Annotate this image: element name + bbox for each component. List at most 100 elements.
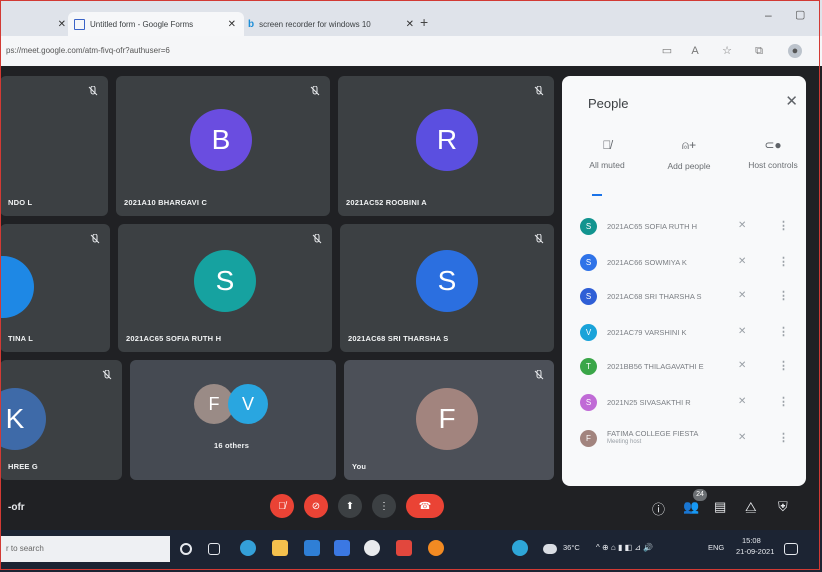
participant-row[interactable]: S 2021N25 SIVASAKTHI R ✕ ⋮: [580, 390, 800, 414]
participant-row[interactable]: S 2021AC66 SOWMIYA K ✕ ⋮: [580, 250, 800, 274]
more-options-icon[interactable]: ⋮: [778, 325, 789, 338]
participant-tile[interactable]: S 2021AC65 SOFIA RUTH H: [118, 224, 332, 352]
self-tile[interactable]: F You: [344, 360, 554, 480]
more-options-icon[interactable]: ⋮: [778, 255, 789, 268]
more-options-icon[interactable]: ⋮: [778, 219, 789, 232]
close-tab-icon[interactable]: ✕: [406, 19, 414, 30]
participant-count-badge: 24: [693, 489, 707, 501]
participant-name: 2021AC66 SOWMIYA K: [607, 257, 687, 267]
address-bar: ps://meet.google.com/atm-fivq-ofr?authus…: [0, 36, 822, 67]
participant-row[interactable]: S 2021AC65 SOFIA RUTH H ✕ ⋮: [580, 214, 800, 238]
participant-avatar: R: [416, 109, 478, 171]
participant-avatar: F: [580, 429, 597, 447]
profile-avatar-icon[interactable]: ●: [788, 44, 802, 58]
mic-off-icon: [534, 370, 544, 380]
mic-off-icon: [102, 370, 112, 380]
more-options-icon[interactable]: ⋮: [778, 359, 789, 372]
participant-tile[interactable]: NDO L: [0, 76, 108, 216]
participant-avatar: S: [580, 287, 597, 305]
clock-time[interactable]: 15:08: [742, 536, 761, 545]
system-tray-icons[interactable]: ^ ⊕ ⌂ ▮ ◧ ⊿ 🔊: [596, 543, 653, 552]
clock-date[interactable]: 21-09-2021: [736, 547, 774, 556]
help-icon[interactable]: [512, 540, 528, 556]
activities-icon[interactable]: ⧋: [745, 499, 757, 515]
office-icon[interactable]: [396, 540, 412, 556]
url-field[interactable]: ps://meet.google.com/atm-fivq-ofr?authus…: [6, 46, 170, 55]
taskbar-search-box[interactable]: r to search: [0, 536, 170, 562]
browser-tab-bing[interactable]: b screen recorder for windows 10 ✕: [244, 12, 418, 36]
participant-row[interactable]: V 2021AC79 VARSHINI K ✕ ⋮: [580, 320, 800, 344]
chat-icon[interactable]: ▤: [714, 499, 726, 515]
browser-tab-meet[interactable]: ✕: [4, 12, 66, 36]
reader-view-icon[interactable]: ▭: [660, 44, 674, 58]
host-controls-icon[interactable]: ⛨: [778, 499, 788, 515]
host-controls-button[interactable]: ⊂● Host controls: [738, 138, 808, 170]
more-options-icon[interactable]: ⋮: [778, 289, 789, 302]
chrome-icon[interactable]: [364, 540, 380, 556]
participant-row[interactable]: S 2021AC68 SRI THARSHA S ✕ ⋮: [580, 284, 800, 308]
participant-avatar: S: [416, 250, 478, 312]
participant-avatar: S: [580, 253, 597, 271]
store-icon[interactable]: [304, 540, 320, 556]
leave-call-button[interactable]: ☎: [406, 494, 444, 518]
participant-avatar: K: [0, 388, 46, 450]
participant-tile[interactable]: S 2021AC68 SRI THARSHA S: [340, 224, 554, 352]
browser-tab-bar: ✕ Untitled form - Google Forms ✕ b scree…: [0, 0, 822, 36]
people-icon[interactable]: 👥: [683, 499, 699, 515]
firefox-icon[interactable]: [428, 540, 444, 556]
mic-toggle-button[interactable]: 🎙̸: [270, 494, 294, 518]
participant-name: HREE G: [8, 462, 38, 471]
favorite-star-icon[interactable]: ☆: [720, 44, 734, 58]
close-tab-icon[interactable]: ✕: [58, 19, 66, 30]
task-view-icon[interactable]: [208, 543, 220, 555]
mic-off-icon: [90, 234, 100, 244]
notifications-icon[interactable]: [784, 543, 798, 555]
close-icon[interactable]: ✕: [785, 92, 798, 110]
present-screen-button[interactable]: ⬆: [338, 494, 362, 518]
participant-tile[interactable]: R 2021AC52 ROOBINI A: [338, 76, 554, 216]
participant-row[interactable]: F FATIMA COLLEGE FIESTA Meeting host ✕ ⋮: [580, 426, 800, 450]
file-explorer-icon[interactable]: [272, 540, 288, 556]
add-person-icon: ⍝+: [681, 138, 697, 152]
google-forms-icon: [74, 18, 85, 30]
restore-icon[interactable]: ▢: [795, 8, 805, 21]
participant-avatar: S: [194, 250, 256, 312]
meeting-info-icon[interactable]: ⓘ: [652, 499, 665, 518]
browser-tab-forms[interactable]: Untitled form - Google Forms ✕: [68, 12, 244, 36]
participant-name: 2021AC52 ROOBINI A: [346, 198, 427, 207]
all-muted-button[interactable]: 🎙̸ All muted: [572, 138, 642, 170]
add-people-button[interactable]: ⍝+ Add people: [654, 138, 724, 171]
read-aloud-icon[interactable]: A: [688, 44, 702, 58]
meet-stage: NDO L B 2021A10 BHARGAVI C R 2021AC52 RO…: [0, 66, 822, 572]
participant-tile[interactable]: B 2021A10 BHARGAVI C: [116, 76, 330, 216]
participant-name: 2021AC68 SRI THARSHA S: [348, 334, 449, 343]
new-tab-plus-icon[interactable]: +: [420, 14, 428, 30]
participant-tile[interactable]: K HREE G: [0, 360, 122, 480]
participant-name: 2021N25 SIVASAKTHI R: [607, 397, 691, 407]
participant-avatar: [0, 256, 34, 318]
dropbox-icon[interactable]: [334, 540, 350, 556]
participant-tile[interactable]: TINA L: [0, 224, 110, 352]
edge-browser-icon[interactable]: [240, 540, 256, 556]
participant-row[interactable]: T 2021BB56 THILAGAVATHI E ✕ ⋮: [580, 354, 800, 378]
collections-icon[interactable]: ⧉: [752, 44, 766, 58]
cortana-icon[interactable]: [180, 543, 192, 555]
participant-name: 2021AC65 SOFIA RUTH H: [607, 221, 698, 231]
meeting-host-label: Meeting host: [607, 439, 642, 445]
bing-icon: b: [248, 18, 255, 30]
participant-avatar: V: [228, 384, 268, 424]
minimize-icon[interactable]: –: [765, 8, 772, 22]
active-tab-indicator: [592, 194, 602, 196]
others-tile[interactable]: F V 16 others: [130, 360, 336, 480]
participant-name: 2021AC68 SRI THARSHA S: [607, 291, 702, 301]
more-options-button[interactable]: ⋮: [372, 494, 396, 518]
participant-avatar: V: [580, 323, 597, 341]
close-tab-icon[interactable]: ✕: [228, 19, 236, 30]
more-options-icon[interactable]: ⋮: [778, 395, 789, 408]
mic-off-icon: ✕: [738, 360, 747, 371]
language-indicator[interactable]: ENG: [708, 543, 724, 552]
camera-toggle-button[interactable]: ⊘: [304, 494, 328, 518]
participant-avatar: B: [190, 109, 252, 171]
mic-off-icon: ✕: [738, 396, 747, 407]
more-options-icon[interactable]: ⋮: [778, 431, 789, 444]
